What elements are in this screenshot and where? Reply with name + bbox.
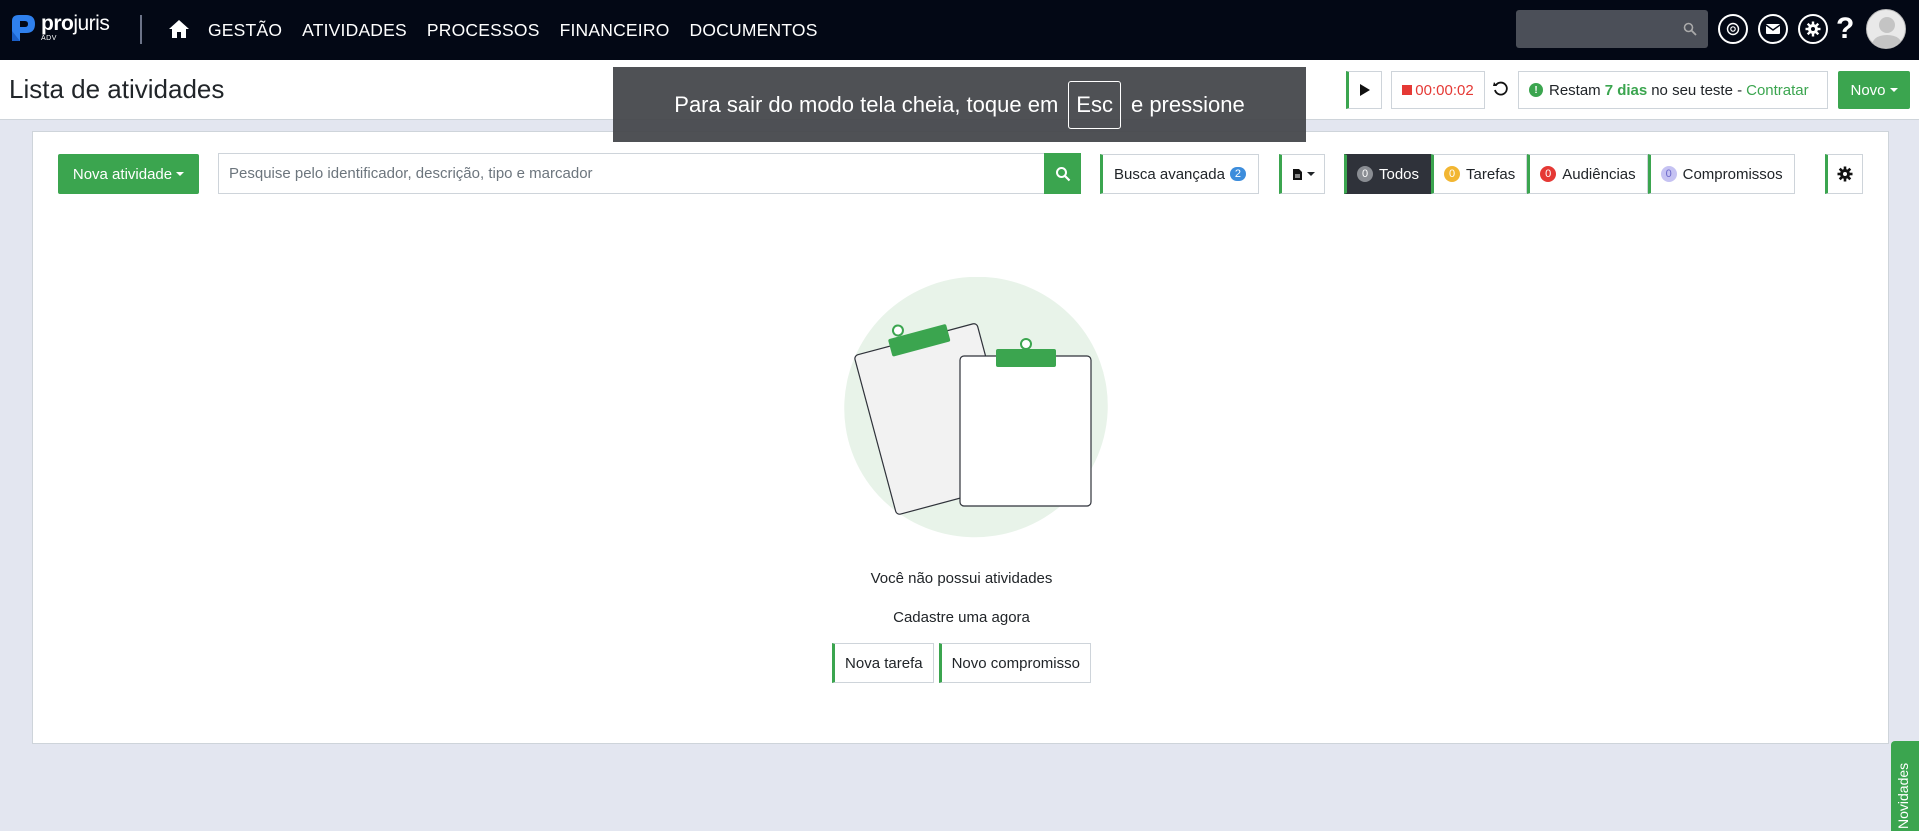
fullscreen-notice-after: e pressione bbox=[1130, 91, 1245, 117]
help-icon[interactable]: ? bbox=[1836, 12, 1854, 46]
gear-icon bbox=[1805, 21, 1821, 37]
news-side-tab-label: Novidades bbox=[1895, 762, 1911, 829]
activity-search-input[interactable] bbox=[219, 154, 1080, 193]
filter-count: 0 bbox=[1660, 166, 1677, 182]
filter-audiencias[interactable]: 0 Audiências bbox=[1527, 154, 1648, 194]
filter-compromissos[interactable]: 0 Compromissos bbox=[1647, 154, 1795, 194]
global-search-input[interactable] bbox=[1516, 10, 1708, 48]
messages-icon[interactable] bbox=[1758, 14, 1788, 44]
nav-financeiro[interactable]: FINANCEIRO bbox=[560, 20, 670, 41]
trial-prefix: Restam bbox=[1549, 81, 1601, 99]
timer-display[interactable]: 00:00:02 bbox=[1391, 71, 1485, 109]
list-settings-button[interactable] bbox=[1825, 154, 1863, 194]
empty-clipboard-illustration bbox=[844, 277, 1108, 538]
reset-timer-icon[interactable] bbox=[1492, 80, 1510, 98]
nav-documentos[interactable]: DOCUMENTOS bbox=[690, 20, 818, 41]
new-appointment-button[interactable]: Novo compromisso bbox=[938, 643, 1091, 683]
search-button[interactable] bbox=[1044, 153, 1081, 194]
empty-state-actions: Nova tarefa Novo compromisso bbox=[33, 643, 1890, 683]
filter-label: Tarefas bbox=[1466, 165, 1516, 183]
advanced-search-label: Busca avançada bbox=[1114, 165, 1225, 183]
new-button[interactable]: Novo bbox=[1838, 71, 1910, 109]
search-icon bbox=[1683, 22, 1697, 36]
filter-label: Compromissos bbox=[1682, 165, 1783, 183]
nav-atividades[interactable]: ATIVIDADES bbox=[302, 20, 407, 41]
nav-gestao[interactable]: GESTÃO bbox=[208, 20, 282, 41]
main-nav: GESTÃO ATIVIDADES PROCESSOS FINANCEIRO D… bbox=[208, 0, 838, 60]
gear-icon bbox=[1837, 166, 1853, 182]
filter-count: 0 bbox=[1357, 166, 1373, 182]
new-button-label: Novo bbox=[1850, 81, 1886, 99]
filter-tarefas[interactable]: 0 Tarefas bbox=[1431, 154, 1528, 194]
empty-state-subtitle: Cadastre uma agora bbox=[893, 609, 1030, 626]
empty-state-title: Você não possui atividades bbox=[870, 570, 1053, 587]
chevron-down-icon bbox=[176, 172, 185, 176]
openai-icon bbox=[1726, 22, 1740, 36]
user-icon bbox=[1871, 17, 1903, 48]
trial-days: 7 dias bbox=[1604, 81, 1648, 99]
activities-panel: Nova atividade Busca avançada 2 0 Todos … bbox=[32, 131, 1889, 744]
logo-sub: ADV bbox=[41, 35, 57, 42]
activity-type-filters: 0 Todos 0 Tarefas 0 Audiências 0 Comprom… bbox=[1344, 154, 1795, 194]
projuris-logo-icon bbox=[12, 15, 35, 41]
new-activity-label: Nova atividade bbox=[72, 165, 173, 183]
filter-count: 0 bbox=[1444, 166, 1461, 182]
info-icon: ! bbox=[1529, 83, 1543, 97]
new-activity-button[interactable]: Nova atividade bbox=[58, 154, 199, 194]
filter-label: Audiências bbox=[1562, 165, 1636, 183]
page-title: Lista de atividades bbox=[9, 74, 225, 104]
ai-assistant-icon[interactable] bbox=[1718, 14, 1748, 44]
envelope-icon bbox=[1765, 24, 1781, 34]
export-dropdown-button[interactable] bbox=[1279, 154, 1325, 194]
app-logo[interactable]: projuris ADV bbox=[9, 12, 110, 43]
chevron-down-icon bbox=[1889, 88, 1898, 92]
logo-name-light: juris bbox=[73, 12, 110, 35]
fullscreen-notice-before: Para sair do modo tela cheia, toque em bbox=[674, 91, 1059, 117]
nav-divider bbox=[140, 15, 142, 44]
fullscreen-notice: Para sair do modo tela cheia, toque em E… bbox=[613, 67, 1306, 142]
avatar[interactable] bbox=[1866, 9, 1906, 49]
nav-processos[interactable]: PROCESSOS bbox=[427, 20, 540, 41]
advanced-search-button[interactable]: Busca avançada 2 bbox=[1100, 154, 1259, 194]
advanced-search-badge: 2 bbox=[1229, 167, 1247, 181]
play-icon bbox=[1360, 84, 1370, 96]
timer-value: 00:00:02 bbox=[1415, 81, 1474, 99]
esc-key: Esc bbox=[1068, 80, 1121, 129]
trial-suffix: no seu teste - bbox=[1651, 81, 1743, 99]
trial-notice: ! Restam 7 dias no seu teste - Contratar bbox=[1518, 71, 1828, 109]
filter-label: Todos bbox=[1379, 165, 1420, 183]
top-navbar: projuris ADV GESTÃO ATIVIDADES PROCESSOS… bbox=[0, 0, 1919, 60]
settings-icon[interactable] bbox=[1798, 14, 1828, 44]
home-icon[interactable] bbox=[168, 18, 190, 40]
document-icon bbox=[1292, 168, 1302, 180]
new-task-button[interactable]: Nova tarefa bbox=[832, 643, 934, 683]
filter-todos[interactable]: 0 Todos bbox=[1344, 154, 1432, 194]
activity-search bbox=[218, 153, 1081, 194]
stop-icon bbox=[1402, 85, 1413, 95]
contract-link[interactable]: Contratar bbox=[1746, 82, 1809, 99]
timer-play-button[interactable] bbox=[1346, 71, 1382, 109]
search-icon bbox=[1055, 166, 1070, 181]
chevron-down-icon bbox=[1306, 172, 1315, 176]
news-side-tab[interactable]: Novidades bbox=[1891, 741, 1919, 831]
logo-name-bold: pro bbox=[41, 12, 74, 35]
filter-count: 0 bbox=[1540, 166, 1557, 182]
